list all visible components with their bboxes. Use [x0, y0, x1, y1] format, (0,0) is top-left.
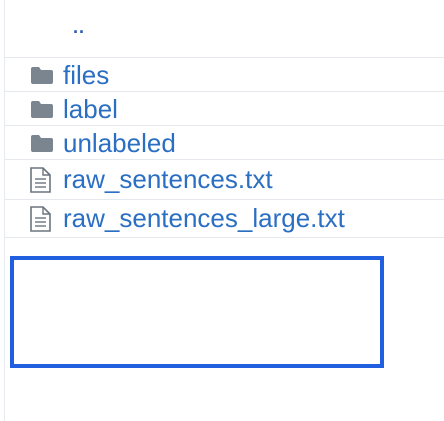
- folder-name[interactable]: unlabeled: [63, 128, 176, 158]
- file-text-icon: [30, 206, 51, 232]
- list-item-folder-unlabeled[interactable]: unlabeled: [5, 126, 444, 160]
- folder-icon: [31, 135, 53, 152]
- list-item-file-raw-sentences-large[interactable]: raw_sentences_large.txt: [5, 200, 444, 238]
- folder-icon: [31, 67, 53, 84]
- file-name[interactable]: raw_sentences_large.txt: [63, 203, 345, 233]
- folder-icon: [31, 101, 53, 118]
- file-name[interactable]: raw_sentences.txt: [63, 164, 273, 194]
- folder-name[interactable]: label: [63, 94, 118, 124]
- file-text-icon: [30, 167, 51, 193]
- parent-directory-link[interactable]: ..: [73, 18, 85, 36]
- selection-highlight: [10, 256, 384, 368]
- parent-directory-row[interactable]: ..: [5, 0, 444, 58]
- list-item-file-raw-sentences[interactable]: raw_sentences.txt: [5, 160, 444, 200]
- folder-name[interactable]: files: [63, 60, 109, 90]
- file-listing: .. files label unlabeled raw_sentences.t…: [5, 0, 444, 238]
- list-item-folder-label[interactable]: label: [5, 92, 444, 126]
- list-item-folder-files[interactable]: files: [5, 58, 444, 92]
